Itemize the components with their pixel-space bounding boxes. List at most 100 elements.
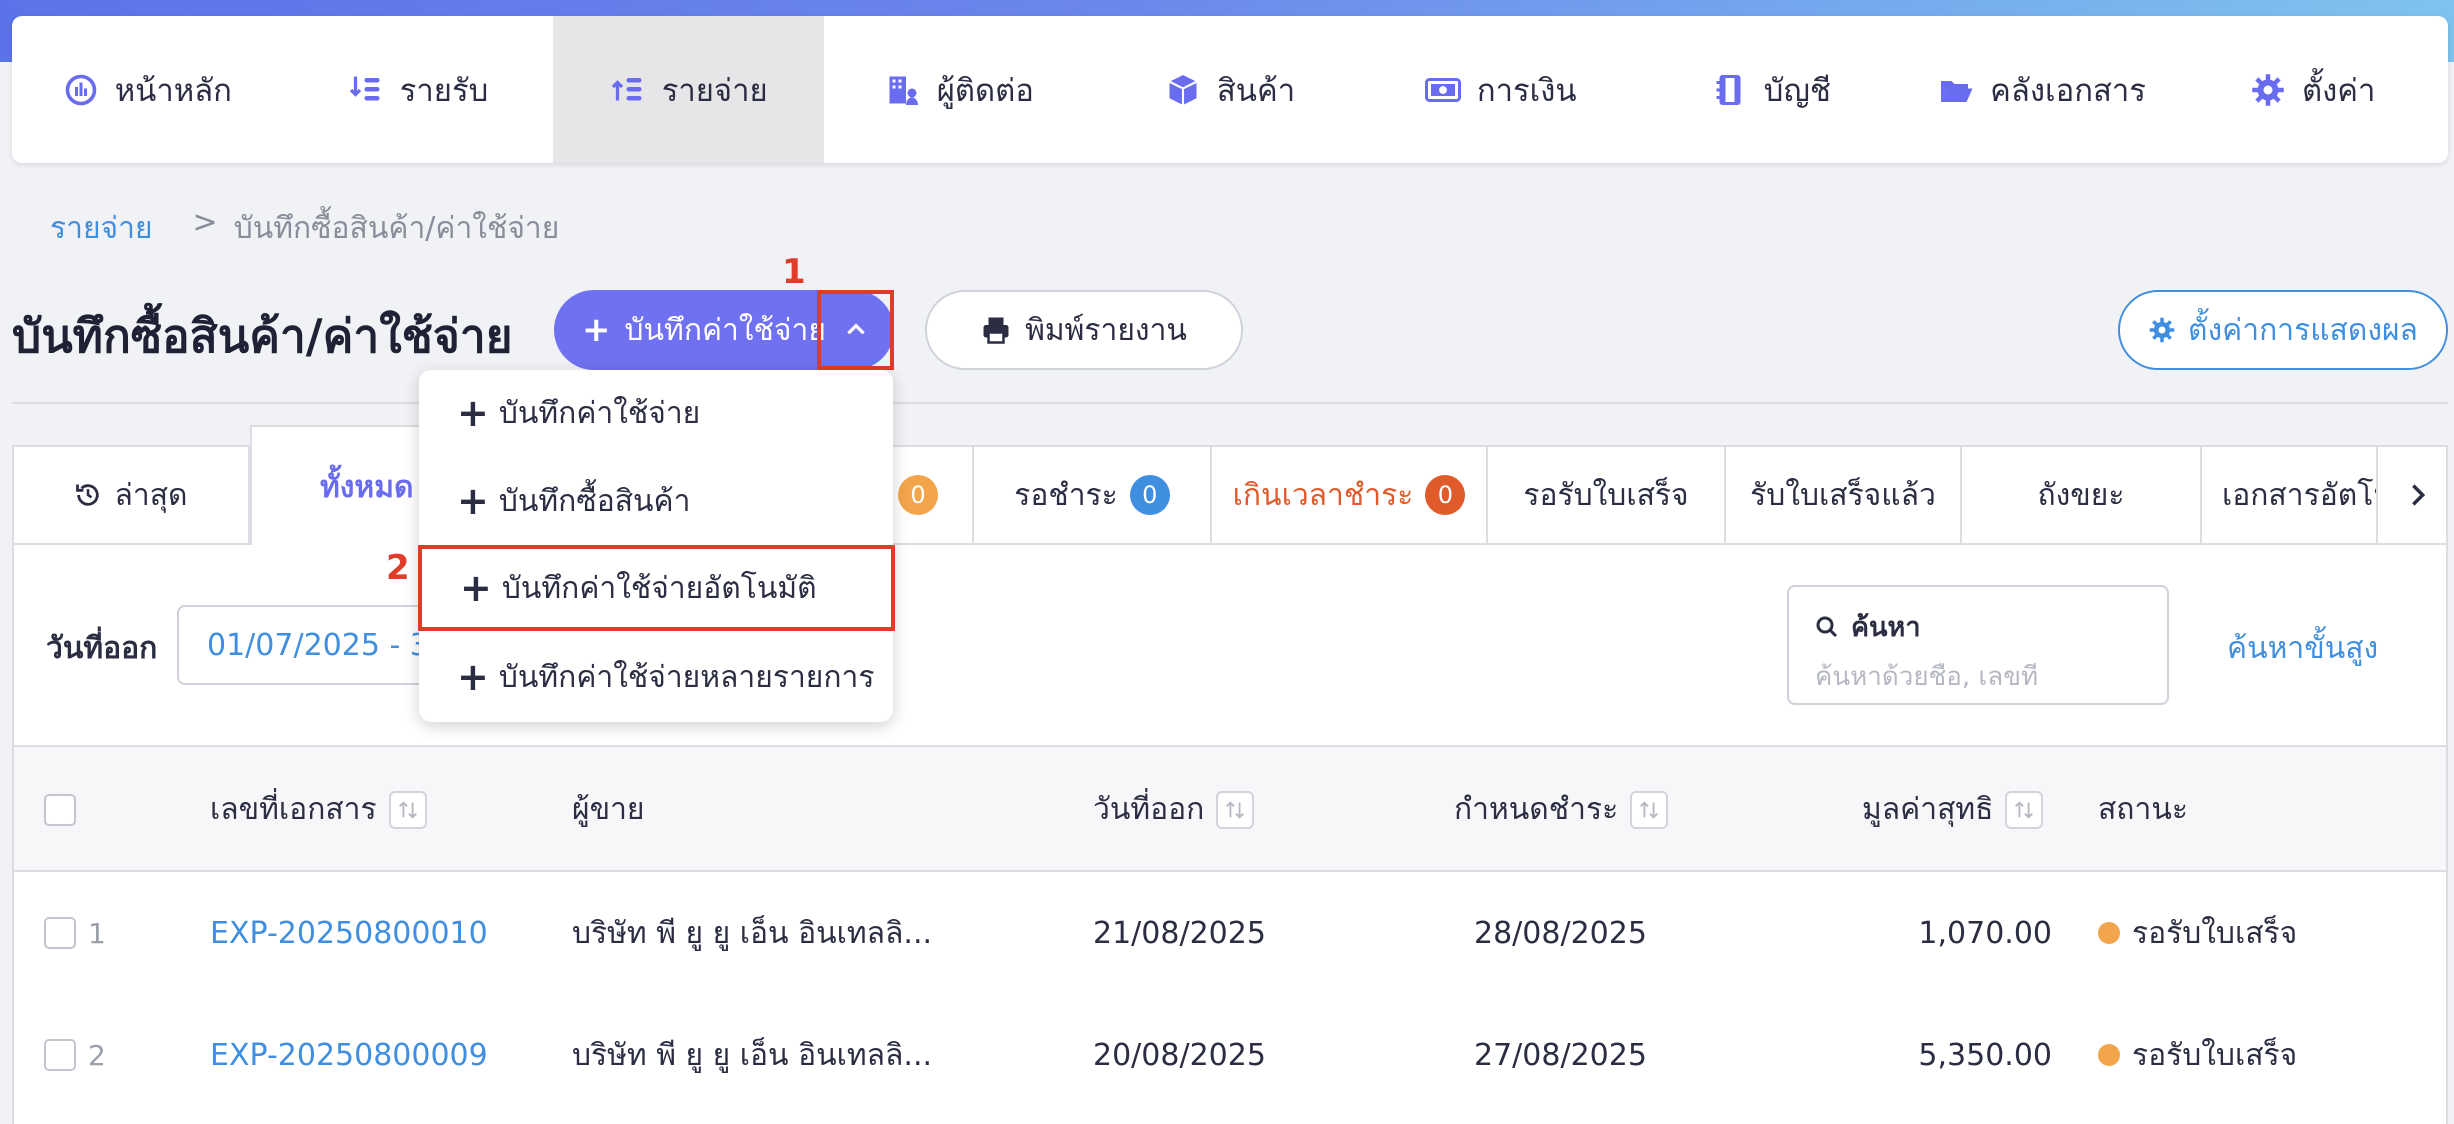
search-box[interactable]: ค้นหา: [1787, 585, 2169, 705]
count-badge: 0: [1129, 475, 1170, 515]
net-amount-cell: 1,070.00: [1918, 915, 2052, 951]
search-input[interactable]: [1815, 662, 2135, 692]
page-title: บันทึกซื้อสินค้า/ค่าใช้จ่าย: [12, 309, 513, 363]
sort-icon[interactable]: [388, 790, 427, 829]
tab-label: รับใบเสร็จแล้ว: [1750, 477, 1936, 513]
menu-item-label: บันทึกซื้อสินค้า: [498, 483, 691, 519]
due-date-cell: 27/08/2025: [1474, 1037, 1647, 1073]
due-date-cell: 28/08/2025: [1474, 915, 1647, 951]
search-icon: [1816, 616, 1838, 637]
expense-icon: [611, 77, 642, 100]
nav-item-expense[interactable]: รายจ่าย: [553, 16, 825, 163]
display-settings-button[interactable]: ตั้งค่าการแสดงผล: [2118, 290, 2448, 370]
menu-item-add-recurring-expense[interactable]: + บันทึกค่าใช้จ่ายอัตโนมัติ: [418, 545, 895, 631]
status-tabs: ล่าสุด ทั้งหมด 0 รอชำระ 0 เกินเวลาชำระ 0…: [12, 425, 2448, 547]
plus-icon: +: [460, 566, 492, 610]
doc-no-link[interactable]: EXP-20250800010: [210, 872, 488, 994]
row-checkbox[interactable]: [44, 917, 76, 949]
chevron-up-icon: [846, 323, 865, 335]
main-nav: หน้าหลัก รายรับ รายจ่าย ผู้ติดต่อ สินค้า…: [12, 16, 2448, 163]
status-dot: [2098, 922, 2120, 944]
row-checkbox[interactable]: [44, 1039, 76, 1071]
select-all-checkbox[interactable]: [44, 793, 76, 826]
count-badge: 0: [898, 475, 938, 515]
chevron-right-icon: [2412, 484, 2426, 506]
display-settings-label: ตั้งค่าการแสดงผล: [2188, 312, 2418, 348]
tabs-scroll-right[interactable]: [2378, 447, 2454, 543]
vendor-cell: บริษัท พี ยู ยู เอ็น อินเทลลิ...: [572, 915, 933, 951]
tab-awaiting-payment[interactable]: รอชำระ 0: [974, 447, 1212, 543]
nav-item-documents[interactable]: คลังเอกสาร: [1907, 16, 2178, 163]
nav-item-label: การเงิน: [1476, 72, 1577, 109]
search-label: ค้นหา: [1851, 612, 1921, 643]
plus-icon: +: [457, 655, 489, 699]
sort-icon[interactable]: [1630, 790, 1669, 829]
gear-icon: [2149, 317, 2175, 343]
nav-item-label: ผู้ติดต่อ: [936, 72, 1034, 109]
nav-item-income[interactable]: รายรับ: [283, 16, 554, 163]
count-badge: 0: [1425, 475, 1466, 515]
nav-item-contacts[interactable]: ผู้ติดต่อ: [824, 16, 1095, 163]
tab-overdue[interactable]: เกินเวลาชำระ 0: [1212, 447, 1488, 543]
sort-icon[interactable]: [1216, 790, 1255, 829]
menu-item-add-expense[interactable]: + บันทึกค่าใช้จ่าย: [419, 370, 893, 456]
print-report-button[interactable]: พิมพ์รายงาน: [925, 290, 1243, 370]
status-badge: รอรับใบเสร็จ: [2132, 915, 2298, 951]
gear-icon: [2252, 73, 2284, 106]
nav-item-label: รายจ่าย: [661, 72, 768, 109]
nav-item-settings[interactable]: ตั้งค่า: [2177, 16, 2448, 163]
table-header: เลขที่เอกสาร ผู้ขาย วันที่ออก กำหนดชำระ …: [14, 747, 2446, 872]
menu-item-label: บันทึกค่าใช้จ่ายหลายรายการ: [498, 659, 875, 695]
plus-icon: +: [582, 310, 611, 350]
nav-item-label: คลังเอกสาร: [1990, 72, 2146, 109]
column-status: สถานะ: [2098, 792, 2188, 827]
nav-item-products[interactable]: สินค้า: [1095, 16, 1366, 163]
ledger-icon: [1716, 74, 1741, 105]
column-vendor: ผู้ขาย: [572, 792, 645, 827]
sort-icon[interactable]: [2005, 790, 2044, 829]
tab-label: เกินเวลาชำระ: [1232, 477, 1414, 513]
tab-awaiting-receipt[interactable]: รอรับใบเสร็จ: [1488, 447, 1726, 543]
tab-receipt-received[interactable]: รับใบเสร็จแล้ว: [1726, 447, 1962, 543]
table-row[interactable]: 1 EXP-20250800010 บริษัท พี ยู ยู เอ็น อ…: [14, 872, 2446, 994]
tab-auto-docs[interactable]: เอกสารอัตโน: [2202, 447, 2378, 543]
tab-label: รอรับใบเสร็จ: [1523, 477, 1689, 513]
nav-item-label: รายรับ: [399, 72, 489, 109]
nav-item-finance[interactable]: การเงิน: [1365, 16, 1636, 163]
contacts-icon: [889, 76, 918, 105]
expense-table: เลขที่เอกสาร ผู้ขาย วันที่ออก กำหนดชำระ …: [12, 745, 2448, 1124]
add-expense-label: บันทึกค่าใช้จ่าย: [624, 312, 826, 348]
nav-item-home[interactable]: หน้าหลัก: [12, 16, 283, 163]
doc-no-link[interactable]: EXP-20250800009: [210, 994, 488, 1116]
breadcrumb-link-expense[interactable]: รายจ่าย: [50, 205, 153, 252]
plus-icon: +: [457, 479, 489, 523]
tab-trash[interactable]: ถังขยะ: [1962, 447, 2202, 543]
menu-item-add-multiple-expenses[interactable]: + บันทึกค่าใช้จ่ายหลายรายการ: [419, 634, 893, 720]
add-expense-dropdown-toggle[interactable]: [817, 290, 894, 370]
column-net-amount: มูลค่าสุทธิ: [1862, 792, 1994, 827]
history-icon: [76, 484, 100, 506]
breadcrumb: รายจ่าย > บันทึกซื้อสินค้า/ค่าใช้จ่าย: [50, 205, 559, 252]
tab-latest[interactable]: ล่าสุด: [14, 447, 250, 543]
column-doc-no: เลขที่เอกสาร: [210, 792, 377, 827]
tab-all[interactable]: ทั้งหมด: [250, 425, 422, 547]
vendor-cell: บริษัท พี ยู ยู เอ็น อินเทลลิ...: [572, 1037, 933, 1073]
nav-item-label: สินค้า: [1216, 72, 1296, 109]
add-expense-dropdown-menu: + บันทึกค่าใช้จ่าย + บันทึกซื้อสินค้า + …: [418, 370, 895, 722]
dashboard-icon: [65, 74, 97, 105]
nav-item-accounting[interactable]: บัญชี: [1636, 16, 1907, 163]
filter-bar: วันที่ออก 01/07/2025 - 3 ค้นหา ค้นหาขั้น…: [12, 545, 2448, 745]
breadcrumb-current: บันทึกซื้อสินค้า/ค่าใช้จ่าย: [233, 211, 560, 246]
tab-label: รอชำระ: [1014, 477, 1118, 513]
table-row[interactable]: 2 EXP-20250800009 บริษัท พี ยู ยู เอ็น อ…: [14, 994, 2446, 1116]
status-dot: [2098, 1044, 2120, 1066]
tab-label: ล่าสุด: [114, 477, 188, 513]
net-amount-cell: 5,350.00: [1918, 1037, 2052, 1073]
printer-icon: [983, 317, 1009, 344]
menu-item-add-purchase[interactable]: + บันทึกซื้อสินค้า: [419, 458, 893, 544]
row-index: 2: [88, 1038, 106, 1072]
breadcrumb-separator: >: [192, 205, 218, 240]
advanced-search-link[interactable]: ค้นหาขั้นสูง: [2227, 625, 2378, 672]
column-issue-date: วันที่ออก: [1093, 792, 1205, 827]
tab-label: ถังขยะ: [2037, 477, 2125, 513]
